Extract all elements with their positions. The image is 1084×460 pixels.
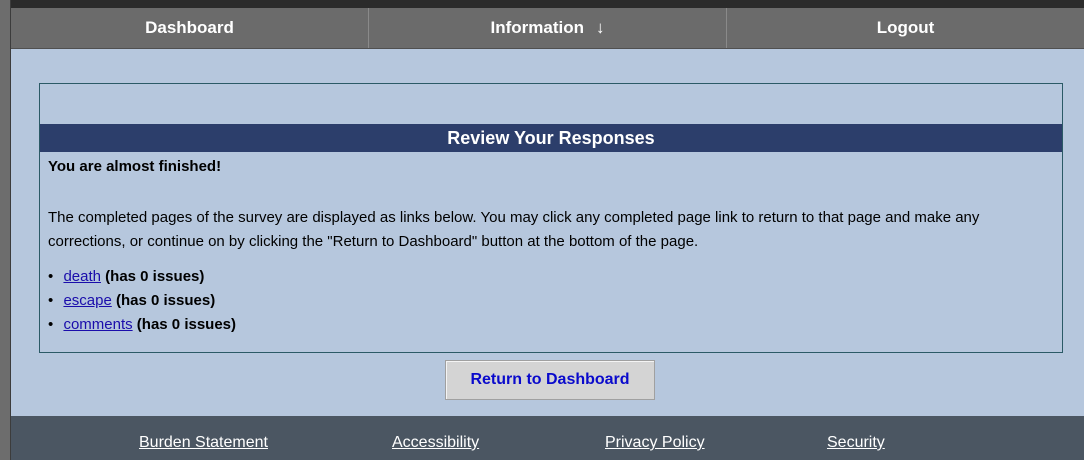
panel-title: Review Your Responses <box>40 124 1062 152</box>
list-item: death (has 0 issues) <box>48 265 236 289</box>
instructions-text: The completed pages of the survey are di… <box>48 209 980 250</box>
nav-dashboard-label: Dashboard <box>145 18 234 37</box>
window-left-edge <box>0 0 11 460</box>
review-panel: Review Your Responses You are almost fin… <box>39 83 1063 353</box>
return-to-dashboard-button[interactable]: Return to Dashboard <box>445 360 655 400</box>
main-nav: Dashboard Information ↓ Logout <box>11 8 1084 49</box>
nav-dashboard[interactable]: Dashboard <box>11 8 369 48</box>
footer-link-security[interactable]: Security <box>827 434 885 452</box>
footer-link-accessibility[interactable]: Accessibility <box>392 434 479 452</box>
list-item: comments (has 0 issues) <box>48 313 236 337</box>
issue-count: (has 0 issues) <box>105 268 205 285</box>
page-link-comments[interactable]: comments <box>63 316 132 333</box>
list-item: escape (has 0 issues) <box>48 289 236 313</box>
main-content: Review Your Responses You are almost fin… <box>11 49 1084 416</box>
footer-link-burden-statement[interactable]: Burden Statement <box>139 434 268 452</box>
nav-information-label: Information <box>490 18 585 37</box>
completed-pages-list: death (has 0 issues) escape (has 0 issue… <box>48 265 236 337</box>
nav-logout[interactable]: Logout <box>727 8 1084 48</box>
page-frame: Dashboard Information ↓ Logout Review Yo… <box>0 0 1084 460</box>
footer: Burden Statement Accessibility Privacy P… <box>11 416 1084 460</box>
arrow-down-icon: ↓ <box>596 18 605 37</box>
issue-count: (has 0 issues) <box>115 292 216 309</box>
top-banner-strip <box>11 0 1084 8</box>
page-link-escape[interactable]: escape <box>63 292 111 309</box>
issue-count: (has 0 issues) <box>136 316 237 333</box>
nav-logout-label: Logout <box>876 18 935 37</box>
nav-information[interactable]: Information ↓ <box>369 8 727 48</box>
almost-finished-text: You are almost finished! <box>48 158 222 175</box>
footer-link-privacy-policy[interactable]: Privacy Policy <box>605 434 705 452</box>
page-link-death[interactable]: death <box>63 268 101 285</box>
